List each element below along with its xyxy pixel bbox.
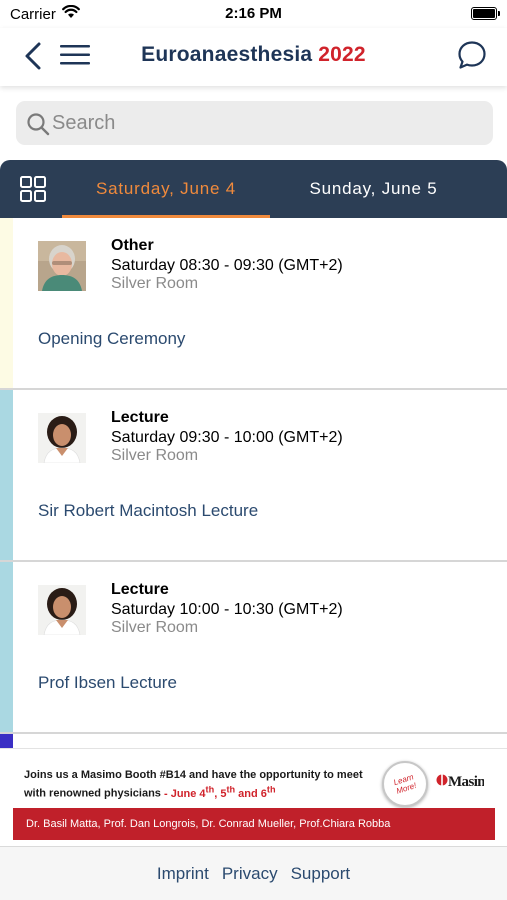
session-card[interactable]: Lecture Saturday 09:30 - 10:00 (GMT+2) S… [0,390,507,562]
session-card[interactable]: Lecture Saturday 10:00 - 10:30 (GMT+2) S… [0,562,507,734]
session-time: Saturday 08:30 - 09:30 (GMT+2) [111,257,343,274]
search-icon [26,112,50,141]
session-type: Lecture [111,581,169,598]
session-time: Saturday 09:30 - 10:00 (GMT+2) [111,429,343,446]
session-type: Lecture [111,409,169,426]
session-type: Other [111,237,154,254]
search-input[interactable] [52,101,482,145]
session-room: Silver Room [111,619,199,636]
support-link[interactable]: Support [291,864,351,884]
session-card[interactable]: Other Saturday 08:30 - 09:30 (GMT+2) Sil… [0,218,507,390]
session-track-color [0,562,13,732]
session-title[interactable]: Sir Robert Macintosh Lecture [38,501,258,521]
session-room: Silver Room [111,447,199,464]
speaker-avatar [38,585,86,635]
ad-speakers: Dr. Basil Matta, Prof. Dan Longrois, Dr.… [13,808,495,840]
learn-more-label: Learn More! [392,772,418,796]
grid-view-icon[interactable] [20,176,46,207]
session-card-partial[interactable] [0,734,507,748]
session-time: Saturday 10:00 - 10:30 (GMT+2) [111,601,343,618]
masimo-logo-text: Masimo [448,774,484,790]
footer: Imprint Privacy Support [0,846,507,900]
session-title[interactable]: Prof Ibsen Lecture [38,673,177,693]
session-list[interactable]: Other Saturday 08:30 - 09:30 (GMT+2) Sil… [0,218,507,748]
session-track-color [0,218,13,388]
app-title-main: Euroanaesthesia [141,43,313,66]
masimo-ad-banner[interactable]: Joins us a Masimo Booth #B14 and have th… [0,748,507,846]
app-title-year: 2022 [318,43,366,66]
tab-saturday[interactable]: Saturday, June 4 [62,160,270,218]
privacy-link[interactable]: Privacy [222,864,278,884]
masimo-logo: Masimo [436,767,497,798]
imprint-link[interactable]: Imprint [157,864,209,884]
session-track-color [0,390,13,560]
ad-message: Joins us a Masimo Booth #B14 and have th… [24,768,369,801]
battery-icon [471,7,500,20]
day-tabs: Saturday, June 4 Sunday, June 5 [0,160,507,218]
learn-more-button[interactable]: Learn More! [382,761,428,807]
tab-sunday[interactable]: Sunday, June 5 [270,160,477,218]
status-bar: Carrier 2:16 PM [0,0,507,28]
ad-dates: - June 4th, 5th and 6th [160,784,276,800]
chat-bubble-icon[interactable] [457,40,487,75]
nav-bar: Euroanaesthesia 2022 [0,28,507,86]
session-track-color [0,734,13,748]
session-title[interactable]: Opening Ceremony [38,329,185,349]
session-room: Silver Room [111,275,199,292]
search-bar [16,101,493,145]
clock: 2:16 PM [225,5,282,22]
app-root: Carrier 2:16 PM Euroanaesthesia 2022 Sea… [0,0,507,900]
speaker-avatar [38,241,86,291]
app-title: Euroanaesthesia 2022 [0,43,507,67]
speaker-avatar [38,413,86,463]
